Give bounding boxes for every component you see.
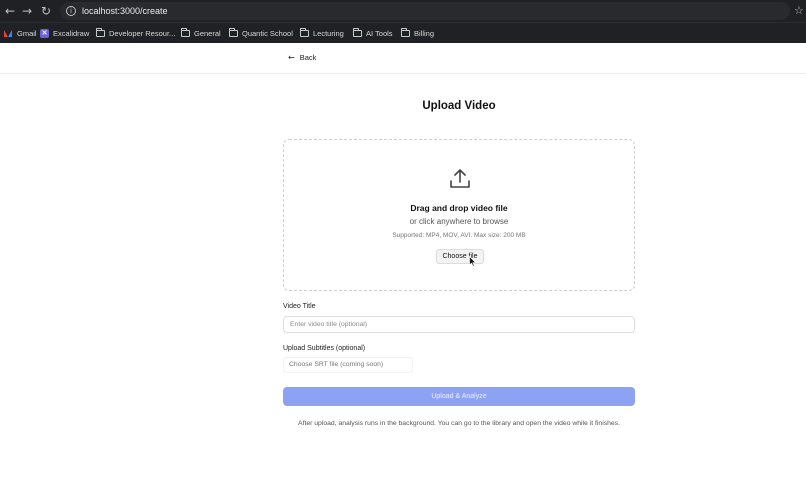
video-dropzone[interactable]: Drag and drop video file or click anywhe… bbox=[283, 139, 635, 291]
folder-icon bbox=[401, 28, 410, 37]
srt-file-input: Choose SRT file (coming soon) bbox=[283, 357, 413, 373]
bookmark-label: Excalidraw bbox=[53, 29, 90, 38]
bookmark-lecturing[interactable]: Lecturing bbox=[300, 27, 344, 40]
upload-icon bbox=[450, 169, 470, 188]
bookmark-billing[interactable]: Billing bbox=[401, 27, 434, 40]
folder-icon bbox=[353, 28, 362, 37]
back-link[interactable]: ← Back bbox=[288, 53, 316, 62]
gmail-icon bbox=[4, 30, 13, 37]
page-content: ← Back Upload Video Drag and drop video … bbox=[0, 43, 806, 478]
bookmark-label: Lecturing bbox=[313, 29, 344, 38]
folder-icon bbox=[181, 28, 190, 37]
address-bar[interactable]: i localhost:3000/create bbox=[60, 2, 790, 20]
subtitles-label: Upload Subtitles (optional) bbox=[283, 345, 366, 352]
folder-icon bbox=[96, 28, 105, 37]
footnote-text: After upload, analysis runs in the backg… bbox=[298, 420, 620, 427]
bookmark-label: General bbox=[194, 29, 221, 38]
browser-toolbar: ← → ↻ i localhost:3000/create ☆ bbox=[0, 0, 806, 22]
folder-icon bbox=[300, 28, 309, 37]
dropzone-subtitle: or click anywhere to browse bbox=[409, 217, 509, 226]
bookmarks-bar: Gmail ✕ Excalidraw Developer Resour... G… bbox=[0, 22, 806, 43]
back-arrow-icon[interactable]: ← bbox=[2, 3, 18, 19]
bookmark-ai-tools[interactable]: AI Tools bbox=[353, 27, 393, 40]
bookmark-gmail[interactable]: Gmail bbox=[4, 27, 37, 40]
bookmark-label: Developer Resour... bbox=[109, 29, 176, 38]
video-title-input[interactable] bbox=[283, 316, 635, 333]
bookmark-label: Billing bbox=[414, 29, 435, 38]
bookmark-star-icon[interactable]: ☆ bbox=[794, 3, 804, 19]
dropzone-hint: Supported: MP4, MOV, AVI. Max size: 200 … bbox=[392, 232, 526, 239]
bookmark-label: Gmail bbox=[17, 29, 37, 38]
reload-icon[interactable]: ↻ bbox=[38, 3, 54, 19]
forward-arrow-icon[interactable]: → bbox=[19, 3, 35, 19]
excalidraw-icon: ✕ bbox=[40, 29, 49, 38]
bookmark-developer-resources[interactable]: Developer Resour... bbox=[96, 27, 175, 40]
bookmark-general[interactable]: General bbox=[181, 27, 221, 40]
page-title: Upload Video bbox=[422, 100, 496, 112]
back-label: Back bbox=[299, 53, 317, 62]
dropzone-title: Drag and drop video file bbox=[410, 203, 508, 213]
upload-analyze-button[interactable]: Upload & Analyze bbox=[283, 387, 635, 406]
video-title-label: Video Title bbox=[283, 303, 316, 310]
bookmark-excalidraw[interactable]: ✕ Excalidraw bbox=[40, 27, 89, 40]
site-info-icon[interactable]: i bbox=[66, 6, 76, 16]
mouse-cursor-icon bbox=[469, 256, 477, 267]
url-text: localhost:3000/create bbox=[82, 6, 168, 16]
bookmark-label: AI Tools bbox=[366, 29, 393, 38]
folder-icon bbox=[229, 28, 238, 37]
arrow-left-icon: ← bbox=[288, 53, 295, 62]
bookmark-label: Quantic School bbox=[242, 29, 293, 38]
bookmark-quantic-school[interactable]: Quantic School bbox=[229, 27, 293, 40]
page-header: ← Back bbox=[0, 43, 806, 74]
